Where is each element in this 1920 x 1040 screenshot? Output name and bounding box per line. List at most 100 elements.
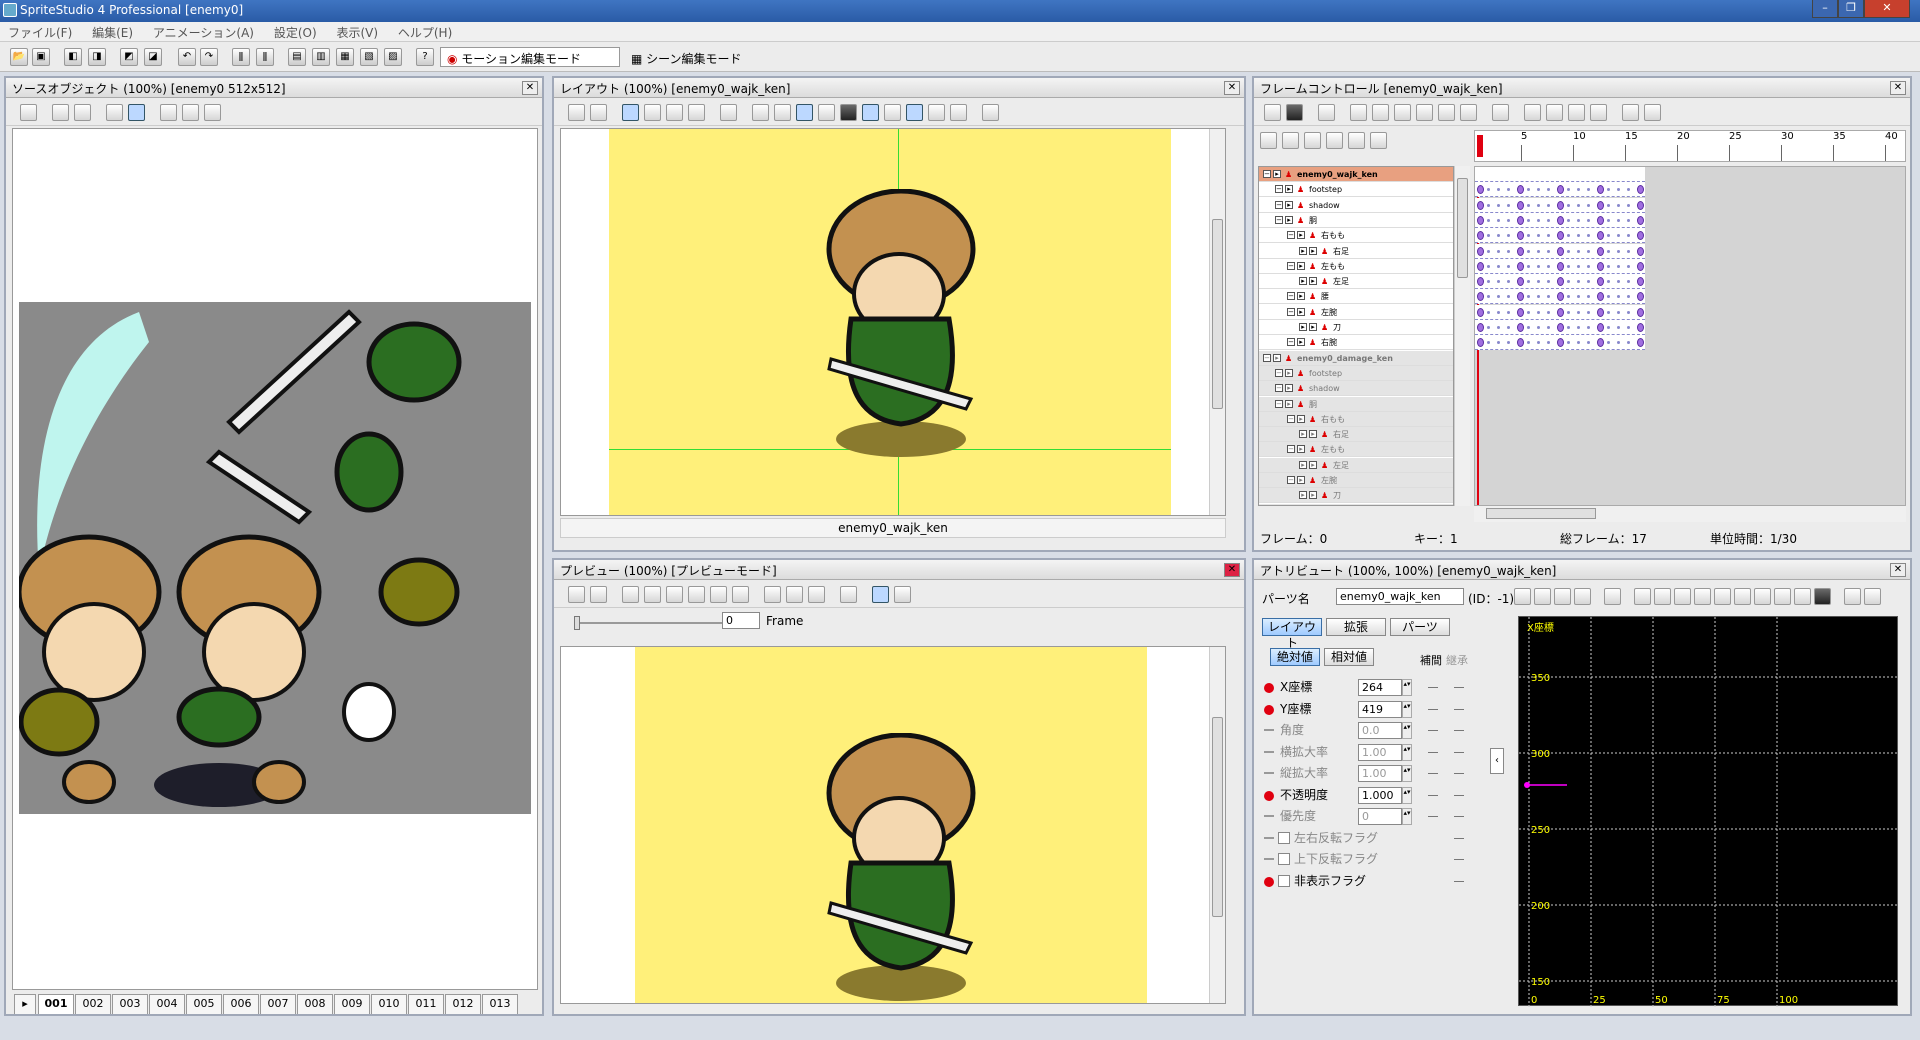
keyframe-marker[interactable] bbox=[1627, 295, 1630, 299]
keyframe-marker[interactable] bbox=[1627, 280, 1630, 284]
keyframe-marker[interactable] bbox=[1617, 188, 1620, 192]
tab-layout[interactable]: レイアウト bbox=[1262, 618, 1322, 650]
keyframe-marker[interactable] bbox=[1527, 310, 1530, 314]
bg-color-icon[interactable] bbox=[590, 586, 607, 603]
inherit-dash[interactable] bbox=[1454, 751, 1464, 753]
zoom-out-icon[interactable] bbox=[808, 586, 825, 603]
tree-item[interactable]: − ▸ ♟ 左腕 bbox=[1259, 304, 1453, 320]
keyframe-marker[interactable] bbox=[1587, 218, 1590, 222]
collapse-graph-button[interactable]: ‹ bbox=[1490, 748, 1504, 774]
visibility-toggle-icon[interactable]: ▸ bbox=[1309, 460, 1317, 469]
keyframe-marker[interactable] bbox=[1507, 264, 1510, 268]
tree-item[interactable]: − ▸ ♟ shadow bbox=[1259, 381, 1453, 397]
tree-item[interactable]: ▸ ▸ ♟ 刀 bbox=[1259, 320, 1453, 335]
open-anim-icon[interactable]: ◧ bbox=[64, 48, 82, 66]
keyframe-marker[interactable] bbox=[1627, 188, 1630, 192]
keyframe-marker[interactable] bbox=[1607, 280, 1610, 284]
color-icon[interactable] bbox=[818, 104, 835, 121]
scroll-thumb[interactable] bbox=[1457, 178, 1468, 278]
spin-arrows-icon[interactable]: ▴▾ bbox=[1402, 743, 1412, 761]
keyframe-marker[interactable] bbox=[1537, 326, 1540, 329]
flag-icon[interactable] bbox=[950, 104, 967, 121]
flag-checkbox[interactable] bbox=[1278, 853, 1290, 865]
keyframe-marker[interactable] bbox=[1607, 249, 1610, 253]
expand-toggle-icon[interactable]: ▸ bbox=[1299, 460, 1307, 469]
graph-bezier-icon[interactable] bbox=[1694, 588, 1711, 605]
next-frame-icon[interactable] bbox=[710, 586, 727, 603]
graph-hermite-icon[interactable] bbox=[1714, 588, 1731, 605]
tree-item[interactable]: − ▸ ♟ 左腕 bbox=[1259, 473, 1453, 488]
keyframe-marker[interactable] bbox=[1597, 231, 1604, 241]
rotate-tool-icon[interactable] bbox=[644, 104, 661, 121]
onion-icon[interactable] bbox=[862, 104, 879, 121]
value-graph[interactable]: 350 300 250 200 150 0 25 50 75 100 X座標 bbox=[1518, 616, 1899, 1007]
inherit-dash[interactable] bbox=[1454, 773, 1464, 774]
keyframe-marker[interactable] bbox=[1627, 264, 1630, 268]
interp-dash[interactable] bbox=[1428, 708, 1438, 710]
keyframe-marker[interactable] bbox=[1637, 246, 1644, 256]
keyframe-marker[interactable] bbox=[1607, 234, 1610, 238]
keyframe-marker[interactable] bbox=[1587, 188, 1590, 192]
key-inactive-icon[interactable] bbox=[1264, 750, 1274, 753]
select-icon[interactable] bbox=[160, 104, 177, 121]
graph-flag1-icon[interactable] bbox=[1734, 588, 1751, 605]
first-frame-icon[interactable] bbox=[1350, 104, 1367, 121]
page-tab[interactable]: 009 bbox=[334, 994, 370, 1014]
keyframe-marker[interactable] bbox=[1547, 188, 1550, 192]
loop-icon[interactable] bbox=[764, 586, 781, 603]
keyframe-row[interactable] bbox=[1475, 243, 1645, 259]
keyframe-marker[interactable] bbox=[1637, 215, 1644, 225]
keyframe-marker[interactable] bbox=[1597, 200, 1604, 210]
graph-flag5-icon[interactable] bbox=[1814, 588, 1831, 605]
keyframe-row[interactable] bbox=[1475, 289, 1645, 305]
keyframe-marker[interactable] bbox=[1477, 185, 1484, 195]
menu-view[interactable]: 表示(V) bbox=[328, 22, 386, 43]
import-icon[interactable]: ◩ bbox=[120, 48, 138, 66]
inherit-dash[interactable] bbox=[1454, 837, 1464, 839]
last-frame-icon[interactable] bbox=[1460, 104, 1477, 121]
keyframe-marker[interactable] bbox=[1487, 280, 1490, 284]
absolute-value-button[interactable]: 絶対値 bbox=[1270, 648, 1320, 666]
page-tab[interactable]: 012 bbox=[445, 994, 481, 1014]
tree-item[interactable]: ▸ ▸ ♟ 右足 bbox=[1259, 427, 1453, 443]
curve-icon[interactable] bbox=[720, 104, 737, 121]
inherit-dash[interactable] bbox=[1454, 687, 1464, 688]
keyframe-marker[interactable] bbox=[1497, 341, 1500, 345]
tree-root-item[interactable]: − ▸ ♟ enemy0_wajk_ken bbox=[1259, 167, 1453, 182]
keyframe-marker[interactable] bbox=[1547, 203, 1550, 207]
keyframe-marker[interactable] bbox=[1637, 277, 1644, 287]
attribute-value-input[interactable]: 1.00 bbox=[1358, 743, 1402, 761]
last-frame-icon[interactable] bbox=[732, 586, 749, 603]
keyframe-marker[interactable] bbox=[1487, 264, 1490, 268]
keyframe-marker[interactable] bbox=[1507, 295, 1510, 299]
keyframe-marker[interactable] bbox=[1577, 203, 1580, 207]
keyframe-marker[interactable] bbox=[1487, 188, 1490, 192]
tab-scroll-icon[interactable]: ▸ bbox=[14, 994, 36, 1014]
frame-slider[interactable] bbox=[574, 616, 734, 630]
tree-item[interactable]: ▸ ▸ ♟ 右足 bbox=[1259, 243, 1453, 259]
tree-tool5-icon[interactable] bbox=[1348, 132, 1365, 149]
keyframe-marker[interactable] bbox=[1497, 203, 1500, 207]
keyframe-marker[interactable] bbox=[1607, 203, 1610, 207]
keyframe-marker[interactable] bbox=[1497, 326, 1500, 329]
keyframe-marker[interactable] bbox=[1507, 310, 1510, 314]
tree-item[interactable]: −▸♟右腕 bbox=[1259, 503, 1453, 505]
keyframe-marker[interactable] bbox=[1617, 341, 1620, 345]
keyframe-marker[interactable] bbox=[1507, 234, 1510, 238]
keyframe-marker[interactable] bbox=[1507, 249, 1510, 253]
keyframe-marker[interactable] bbox=[1607, 310, 1610, 314]
graph-step-icon[interactable] bbox=[1674, 588, 1691, 605]
keyframe-marker[interactable] bbox=[1637, 200, 1644, 210]
close-icon[interactable]: ✕ bbox=[1224, 81, 1240, 95]
keyframe-marker[interactable] bbox=[1507, 188, 1510, 192]
tree-item[interactable]: − ▸ ♟ 胴 bbox=[1259, 396, 1453, 412]
parts-icon[interactable] bbox=[906, 104, 923, 121]
expand-toggle-icon[interactable]: ▸ bbox=[1299, 246, 1307, 255]
expand-toggle-icon[interactable]: − bbox=[1263, 170, 1271, 178]
keyframe-marker[interactable] bbox=[1557, 246, 1564, 256]
guide-icon[interactable] bbox=[796, 104, 813, 121]
keyframe-marker[interactable] bbox=[1497, 234, 1500, 238]
graph-curve-icon[interactable] bbox=[1604, 588, 1621, 605]
keyframe-marker[interactable] bbox=[1517, 323, 1524, 332]
inherit-dash[interactable] bbox=[1454, 816, 1464, 817]
